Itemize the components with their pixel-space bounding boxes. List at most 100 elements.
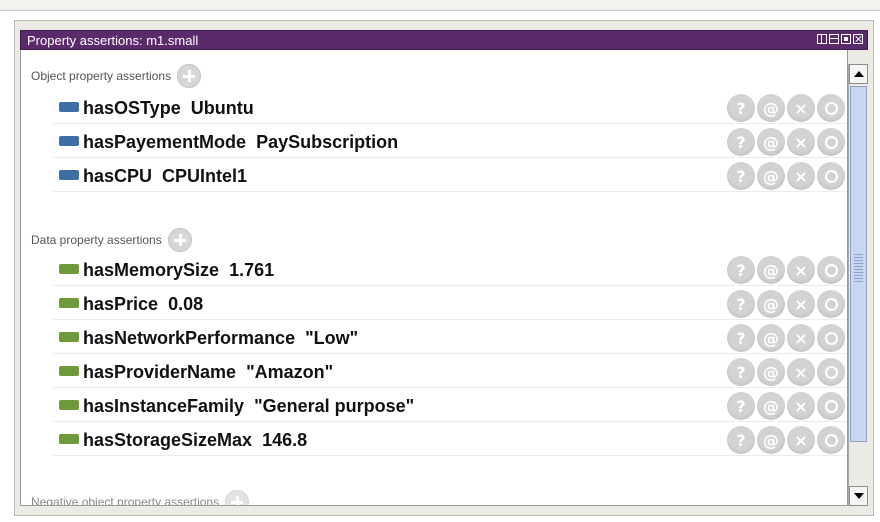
- add-data-property-icon[interactable]: [167, 228, 192, 252]
- edit-icon[interactable]: [817, 324, 845, 352]
- delete-icon[interactable]: ×: [787, 426, 815, 454]
- delete-icon[interactable]: ×: [787, 162, 815, 190]
- assertion-property: hasOSType: [83, 98, 181, 118]
- object-assertion-row[interactable]: hasOSType Ubuntu ? @ ×: [53, 90, 847, 124]
- annotate-icon[interactable]: @: [757, 290, 785, 318]
- delete-icon[interactable]: ×: [787, 94, 815, 122]
- assertion-value: CPUIntel1: [162, 166, 248, 186]
- delete-icon[interactable]: ×: [787, 290, 815, 318]
- edit-icon[interactable]: [817, 290, 845, 318]
- data-property-icon: [59, 434, 79, 444]
- delete-icon[interactable]: ×: [787, 392, 815, 420]
- assertion-text: hasStorageSizeMax 146.8: [83, 430, 307, 451]
- object-property-icon: [59, 102, 79, 112]
- edit-icon[interactable]: [817, 128, 845, 156]
- explain-icon[interactable]: ?: [727, 358, 755, 386]
- delete-icon[interactable]: ×: [787, 324, 815, 352]
- annotate-icon[interactable]: @: [757, 256, 785, 284]
- explain-icon[interactable]: ?: [727, 128, 755, 156]
- assertion-text: hasMemorySize 1.761: [83, 260, 274, 281]
- assertion-text: hasOSType Ubuntu: [83, 98, 254, 119]
- assertion-property: hasStorageSizeMax: [83, 430, 253, 450]
- explain-icon[interactable]: ?: [727, 290, 755, 318]
- assertion-text: hasNetworkPerformance "Low": [83, 328, 358, 349]
- explain-icon[interactable]: ?: [727, 256, 755, 284]
- edit-icon[interactable]: [817, 94, 845, 122]
- assertion-value: "General purpose": [254, 396, 415, 416]
- annotate-icon[interactable]: @: [757, 94, 785, 122]
- assertion-text: hasPayementMode PaySubscription: [83, 132, 398, 153]
- data-assertion-row[interactable]: hasNetworkPerformance "Low" ? @ ×: [53, 320, 847, 354]
- assertion-text: hasPrice 0.08: [83, 294, 203, 315]
- delete-icon[interactable]: ×: [787, 358, 815, 386]
- data-assertion-row[interactable]: hasProviderName "Amazon" ? @ ×: [53, 354, 847, 388]
- view-title: Property assertions: m1.small: [27, 33, 199, 48]
- minimize-view-icon[interactable]: [829, 34, 839, 44]
- annotate-icon[interactable]: @: [757, 324, 785, 352]
- scrollbar-thumb[interactable]: [850, 86, 867, 442]
- annotate-icon[interactable]: @: [757, 162, 785, 190]
- assertion-text: hasInstanceFamily "General purpose": [83, 396, 414, 417]
- annotate-icon[interactable]: @: [757, 392, 785, 420]
- negative-object-property-section-label: Negative object property assertions: [31, 495, 220, 506]
- assertion-property: hasPrice: [83, 294, 159, 314]
- add-object-property-icon[interactable]: [177, 64, 202, 88]
- row-actions: ? @ ×: [727, 162, 845, 190]
- edit-icon[interactable]: [817, 392, 845, 420]
- explain-icon[interactable]: ?: [727, 94, 755, 122]
- explain-icon[interactable]: ?: [727, 426, 755, 454]
- assertion-value: PaySubscription: [256, 132, 399, 152]
- top-strip: [0, 0, 880, 11]
- annotate-icon[interactable]: @: [757, 426, 785, 454]
- assertions-panel: Object property assertions hasOSType Ubu…: [20, 50, 848, 506]
- data-assertion-row[interactable]: hasStorageSizeMax 146.8 ? @ ×: [53, 422, 847, 456]
- annotate-icon[interactable]: @: [757, 358, 785, 386]
- explain-icon[interactable]: ?: [727, 392, 755, 420]
- view-titlebar: Property assertions: m1.small: [20, 30, 868, 50]
- data-assertion-row[interactable]: hasInstanceFamily "General purpose" ? @ …: [53, 388, 847, 422]
- assertion-value: Ubuntu: [190, 98, 254, 118]
- assertion-value: 146.8: [262, 430, 308, 450]
- split-view-icon[interactable]: [817, 34, 827, 44]
- scroll-up-icon[interactable]: [849, 64, 868, 84]
- maximize-view-icon[interactable]: [841, 34, 851, 44]
- edit-icon[interactable]: [817, 162, 845, 190]
- annotate-icon[interactable]: @: [757, 128, 785, 156]
- object-assertion-row[interactable]: hasCPU CPUIntel1 ? @ ×: [53, 158, 847, 192]
- edit-icon[interactable]: [817, 256, 845, 284]
- scrollbar-grip: [854, 252, 863, 282]
- assertion-property: hasPayementMode: [83, 132, 247, 152]
- data-property-icon: [59, 298, 79, 308]
- data-property-section-header: Data property assertions: [31, 228, 192, 252]
- row-actions: ? @ ×: [727, 324, 845, 352]
- data-property-icon: [59, 332, 79, 342]
- edit-icon[interactable]: [817, 426, 845, 454]
- data-assertion-row[interactable]: hasPrice 0.08 ? @ ×: [53, 286, 847, 320]
- edit-icon[interactable]: [817, 358, 845, 386]
- add-negative-object-property-icon[interactable]: [225, 490, 250, 505]
- data-property-section-label: Data property assertions: [31, 233, 162, 247]
- delete-icon[interactable]: ×: [787, 128, 815, 156]
- object-property-icon: [59, 136, 79, 146]
- explain-icon[interactable]: ?: [727, 324, 755, 352]
- data-assertion-row[interactable]: hasMemorySize 1.761 ? @ ×: [53, 252, 847, 286]
- row-actions: ? @ ×: [727, 290, 845, 318]
- row-actions: ? @ ×: [727, 392, 845, 420]
- row-actions: ? @ ×: [727, 358, 845, 386]
- row-actions: ? @ ×: [727, 256, 845, 284]
- vertical-scrollbar[interactable]: [848, 64, 868, 506]
- row-actions: ? @ ×: [727, 94, 845, 122]
- explain-icon[interactable]: ?: [727, 162, 755, 190]
- assertion-value: "Low": [305, 328, 359, 348]
- assertion-text: hasProviderName "Amazon": [83, 362, 333, 383]
- delete-icon[interactable]: ×: [787, 256, 815, 284]
- data-property-icon: [59, 366, 79, 376]
- object-assertion-row[interactable]: hasPayementMode PaySubscription ? @ ×: [53, 124, 847, 158]
- close-view-icon[interactable]: [853, 34, 863, 44]
- assertion-value: 1.761: [229, 260, 275, 280]
- assertion-property: hasMemorySize: [83, 260, 220, 280]
- data-property-icon: [59, 400, 79, 410]
- scroll-down-icon[interactable]: [849, 486, 868, 506]
- data-property-icon: [59, 264, 79, 274]
- object-property-icon: [59, 170, 79, 180]
